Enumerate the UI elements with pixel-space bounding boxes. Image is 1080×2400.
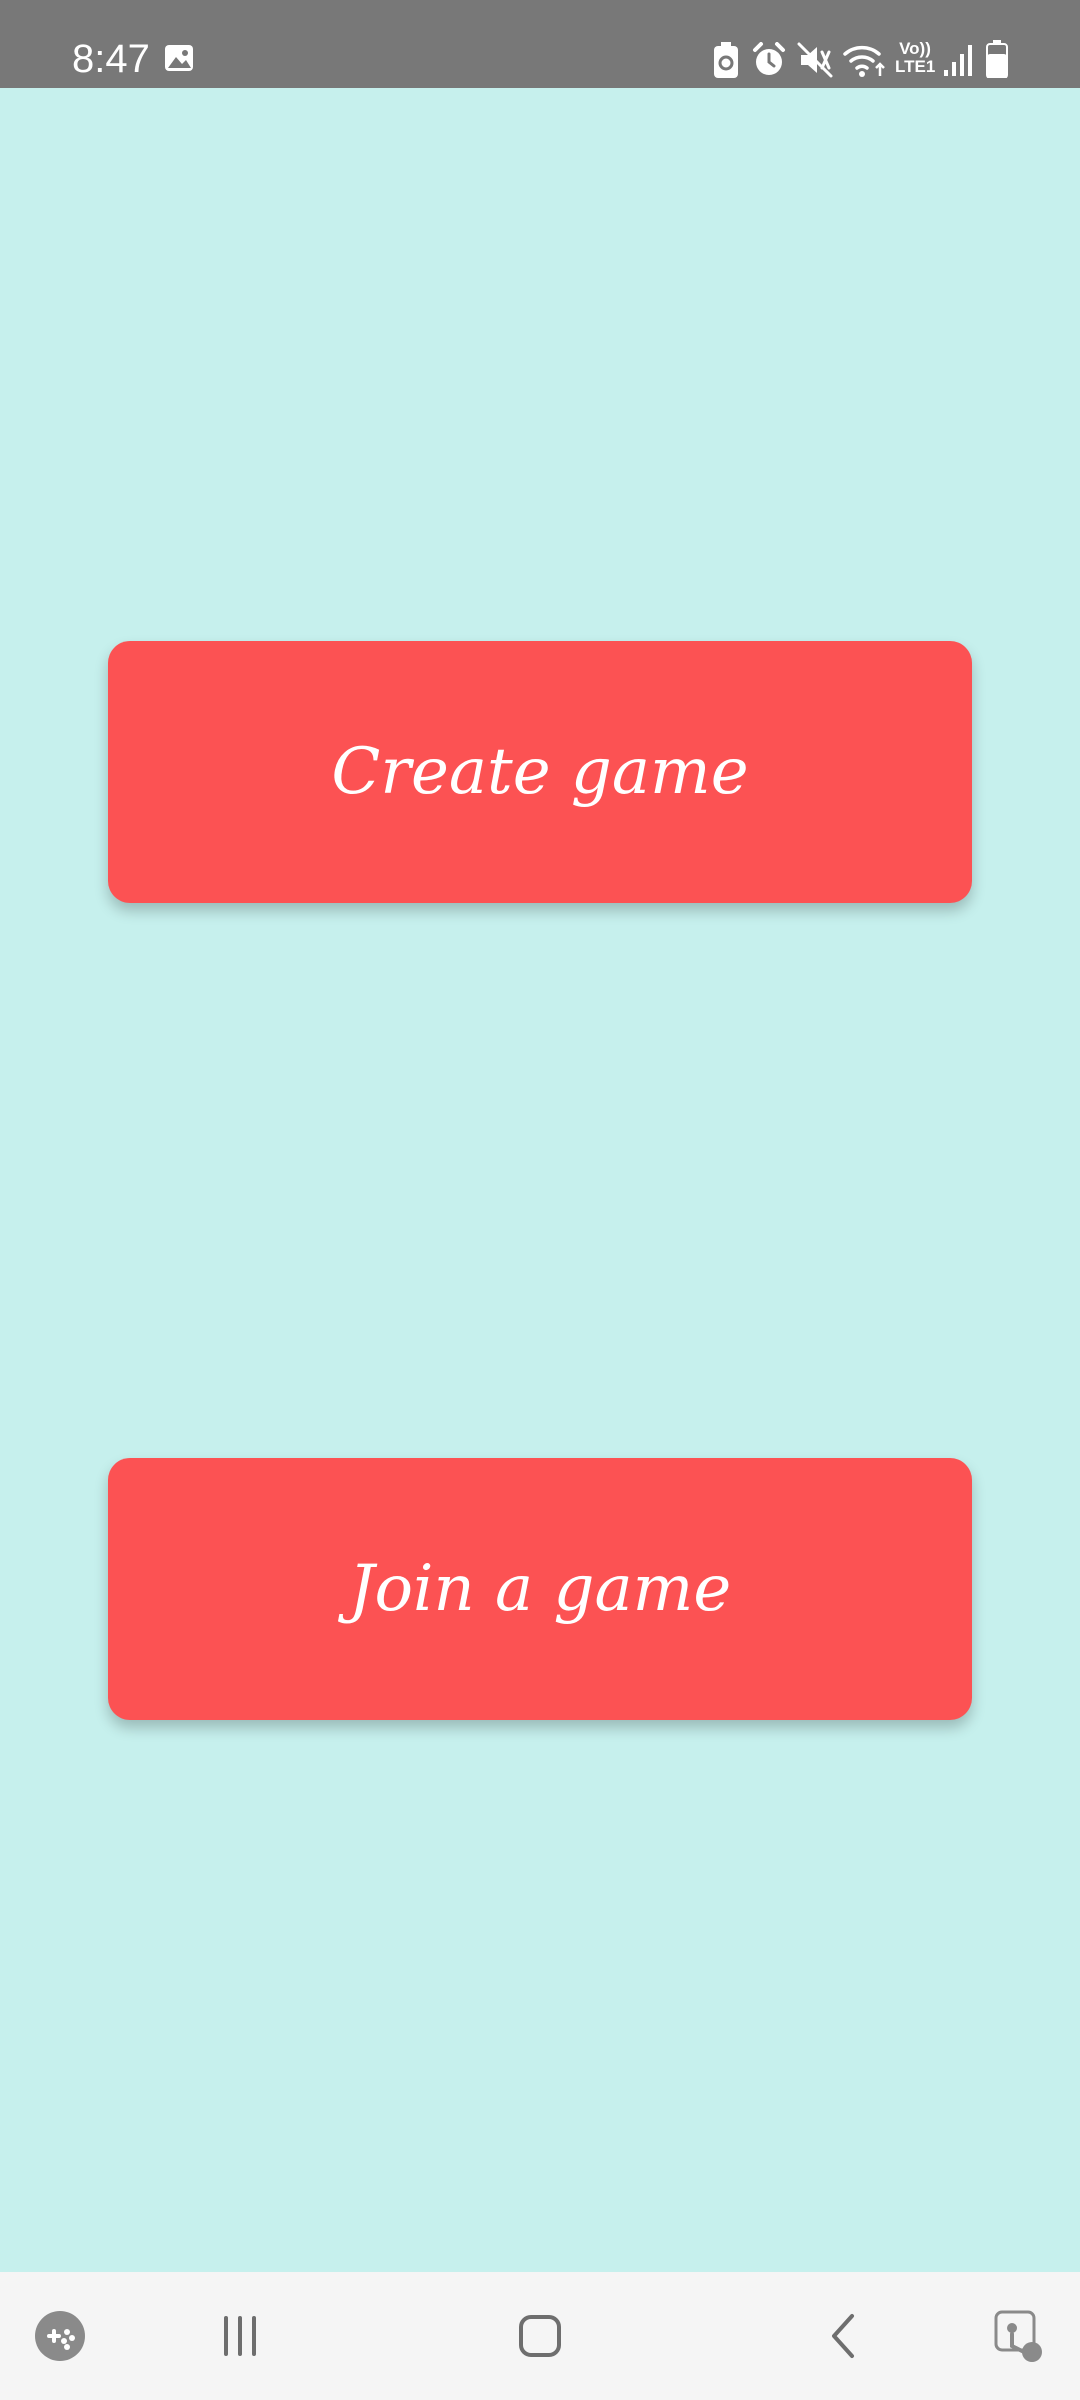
navigation-bar xyxy=(0,2272,1080,2400)
volte-icon: Vo)) LTE1 xyxy=(895,40,935,80)
volte-bottom-label: LTE1 xyxy=(895,57,936,76)
game-launcher-button[interactable] xyxy=(28,2272,92,2400)
volte-top-label: Vo)) xyxy=(899,39,931,58)
game-launcher-icon xyxy=(35,2311,85,2361)
main-content: Create game Join a game xyxy=(0,88,1080,2272)
gallery-icon xyxy=(165,45,193,71)
home-button[interactable] xyxy=(500,2272,580,2400)
battery-saver-icon xyxy=(714,42,738,78)
create-game-button[interactable]: Create game xyxy=(108,641,972,903)
status-time: 8:47 xyxy=(72,37,150,81)
status-bar: 8:47 Vo)) LTE1 xyxy=(0,0,1080,88)
home-icon xyxy=(519,2315,561,2357)
join-game-label: Join a game xyxy=(348,1552,732,1626)
accessibility-button[interactable] xyxy=(980,2272,1060,2400)
create-game-label: Create game xyxy=(331,735,749,809)
recent-apps-button[interactable] xyxy=(200,2272,280,2400)
signal-icon xyxy=(944,45,972,76)
accessibility-icon xyxy=(994,2310,1042,2362)
battery-icon xyxy=(986,40,1008,78)
back-icon xyxy=(832,2314,854,2358)
alarm-icon xyxy=(753,42,785,75)
mute-icon xyxy=(797,42,833,78)
recent-apps-icon xyxy=(224,2316,256,2356)
join-game-button[interactable]: Join a game xyxy=(108,1458,972,1720)
back-button[interactable] xyxy=(804,2272,884,2400)
wifi-icon xyxy=(843,46,885,77)
